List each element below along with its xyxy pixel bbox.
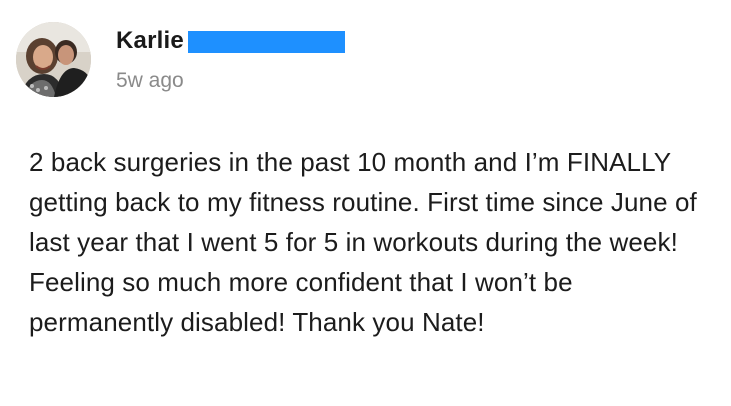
author-name[interactable]: Karlie bbox=[116, 26, 184, 56]
post-body: 2 back surgeries in the past 10 month an… bbox=[29, 147, 697, 337]
redaction-bar bbox=[187, 31, 345, 53]
post-timestamp[interactable]: 5w ago bbox=[116, 68, 184, 94]
user-photo-icon bbox=[16, 22, 91, 97]
avatar[interactable] bbox=[16, 22, 91, 97]
author-row: Karlie bbox=[116, 26, 345, 56]
post-card: Karlie 5w ago 2 back surgeries in the pa… bbox=[0, 0, 731, 406]
